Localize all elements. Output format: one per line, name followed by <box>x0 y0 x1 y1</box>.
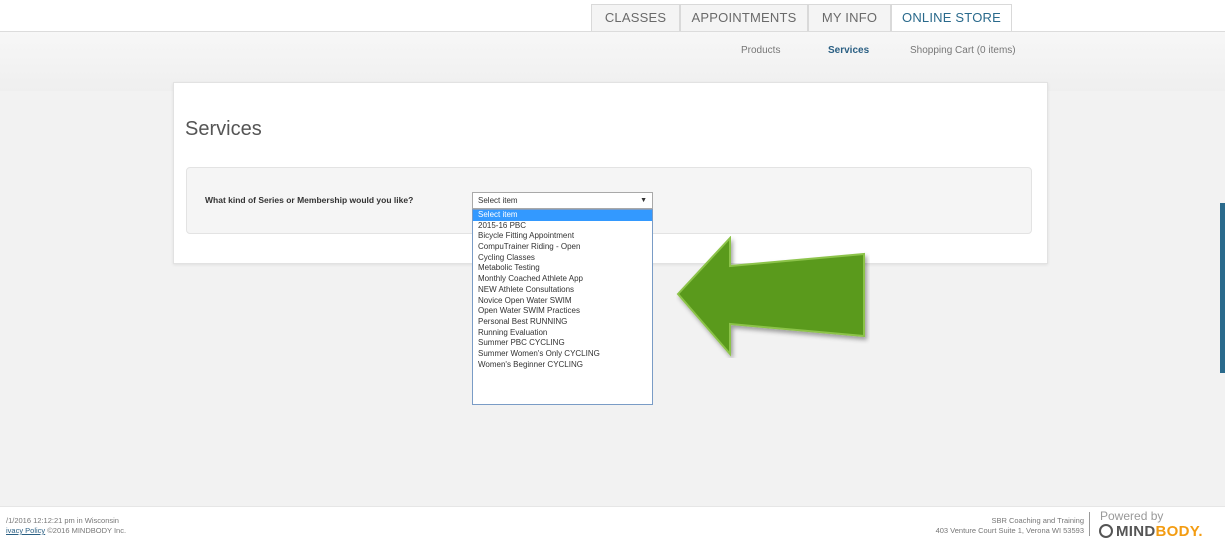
main-nav-tabs: CLASSES APPOINTMENTS MY INFO ONLINE STOR… <box>591 4 1012 31</box>
brand-accent-text: BODY. <box>1155 523 1203 540</box>
footer: /1/2016 12:12:21 pm in Wisconsin ivacy P… <box>0 506 1225 542</box>
option-item[interactable]: NEW Athlete Consultations <box>473 285 652 296</box>
footer-divider <box>1089 512 1090 536</box>
privacy-policy-link[interactable]: ivacy Policy <box>6 526 45 535</box>
footer-legal: ivacy Policy ©2016 MINDBODY Inc. <box>6 526 126 535</box>
membership-select-value: Select item <box>478 196 518 205</box>
subnav-shopping-cart[interactable]: Shopping Cart (0 items) <box>910 45 1016 56</box>
membership-question-label: What kind of Series or Membership would … <box>205 195 414 205</box>
option-item[interactable]: Summer Women's Only CYCLING <box>473 349 652 360</box>
option-item[interactable]: CompuTrainer Riding - Open <box>473 242 652 253</box>
mindbody-logo[interactable]: MINDBODY. <box>1099 523 1203 540</box>
powered-by-label: Powered by <box>1100 509 1164 523</box>
chevron-down-icon[interactable]: ▼ <box>640 193 647 208</box>
option-item[interactable]: Monthly Coached Athlete App <box>473 274 652 285</box>
tab-appointments[interactable]: APPOINTMENTS <box>680 4 808 31</box>
brand-text: MIND <box>1116 523 1156 540</box>
option-item[interactable]: Novice Open Water SWIM <box>473 296 652 307</box>
tab-my-info[interactable]: MY INFO <box>808 4 891 31</box>
tab-classes[interactable]: CLASSES <box>591 4 680 31</box>
subnav-services[interactable]: Services <box>828 45 869 56</box>
option-item[interactable]: 2015-16 PBC <box>473 221 652 232</box>
option-item[interactable]: Running Evaluation <box>473 328 652 339</box>
mindbody-mark-icon <box>1099 524 1113 538</box>
option-item[interactable]: Personal Best RUNNING <box>473 317 652 328</box>
business-address: 403 Venture Court Suite 1, Verona WI 535… <box>935 526 1084 535</box>
arrow-left-icon <box>676 236 865 357</box>
membership-select[interactable]: Select item ▼ <box>472 192 653 209</box>
subnav-products[interactable]: Products <box>741 45 780 56</box>
option-item[interactable]: Cycling Classes <box>473 253 652 264</box>
page-title: Services <box>185 118 262 140</box>
option-item[interactable]: Bicycle Fitting Appointment <box>473 231 652 242</box>
option-item[interactable]: Open Water SWIM Practices <box>473 306 652 317</box>
feedback-tab-edge[interactable] <box>1220 203 1225 373</box>
business-name: SBR Coaching and Training <box>991 516 1084 525</box>
copyright-text: ©2016 MINDBODY Inc. <box>47 526 127 535</box>
footer-timestamp: /1/2016 12:12:21 pm in Wisconsin <box>6 516 119 525</box>
option-item[interactable]: Metabolic Testing <box>473 263 652 274</box>
option-item[interactable]: Select item <box>473 210 652 221</box>
option-item[interactable]: Summer PBC CYCLING <box>473 338 652 349</box>
option-item[interactable]: Women's Beginner CYCLING <box>473 360 652 371</box>
membership-options-list: Select item 2015-16 PBC Bicycle Fitting … <box>472 209 653 405</box>
tab-online-store[interactable]: ONLINE STORE <box>891 4 1012 31</box>
